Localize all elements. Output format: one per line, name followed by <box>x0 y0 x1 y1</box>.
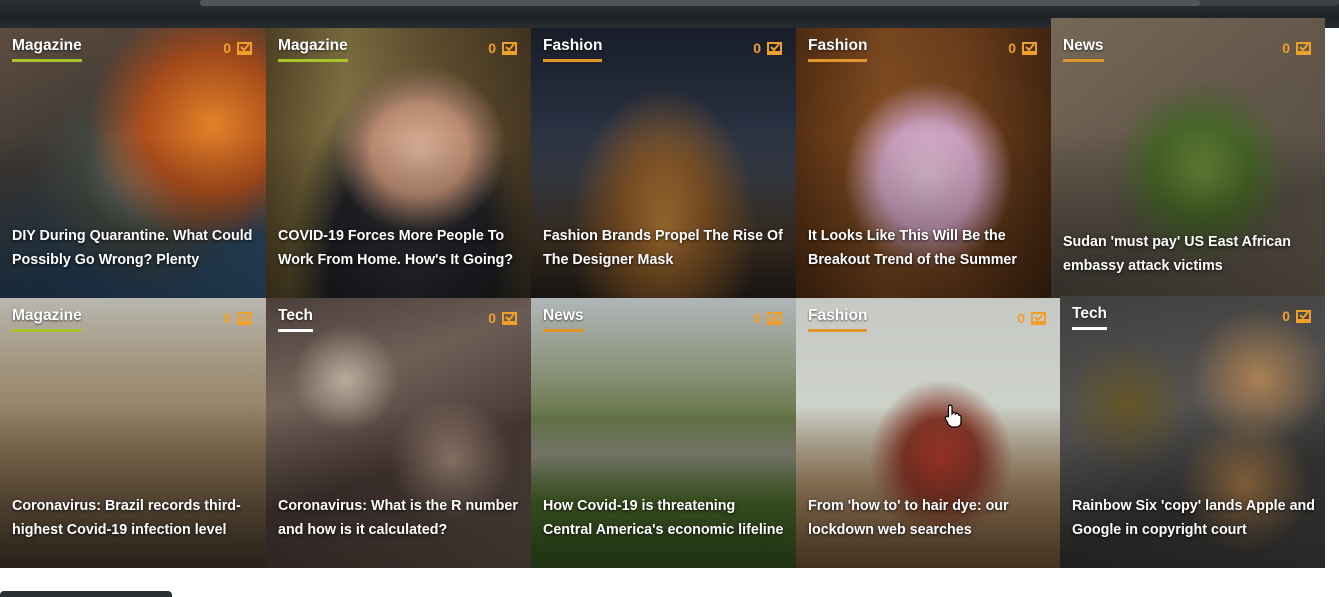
news-card[interactable]: Magazine 0 DIY During Quarantine. What C… <box>0 28 266 298</box>
article-title[interactable]: Rainbow Six 'copy' lands Apple and Googl… <box>1072 494 1315 542</box>
news-card[interactable]: Fashion 0 From 'how to' to hair dye: our… <box>796 298 1060 568</box>
article-title[interactable]: Coronavirus: What is the R number and ho… <box>278 494 521 542</box>
comment-count[interactable]: 0 <box>223 310 252 326</box>
category-label[interactable]: News <box>543 307 584 332</box>
comment-box-icon <box>237 41 252 55</box>
comment-box-icon <box>767 311 782 325</box>
comment-box-icon <box>1296 41 1311 55</box>
comment-count[interactable]: 0 <box>1282 40 1311 56</box>
article-title[interactable]: How Covid-19 is threatening Central Amer… <box>543 494 786 542</box>
news-card[interactable]: Magazine 0 Coronavirus: Brazil records t… <box>0 298 266 568</box>
category-label[interactable]: Magazine <box>12 307 82 332</box>
comment-count[interactable]: 0 <box>753 310 782 326</box>
article-title[interactable]: Sudan 'must pay' US East African embassy… <box>1063 230 1315 278</box>
news-card[interactable]: Tech 0 Coronavirus: What is the R number… <box>266 298 531 568</box>
comment-count[interactable]: 0 <box>223 40 252 56</box>
comment-count[interactable]: 0 <box>1017 310 1046 326</box>
news-card[interactable]: Magazine 0 COVID-19 Forces More People T… <box>266 28 531 298</box>
category-label[interactable]: Fashion <box>543 37 603 62</box>
comment-box-icon <box>502 311 517 325</box>
comment-box-icon <box>1022 41 1037 55</box>
comment-box-icon <box>502 41 517 55</box>
bottom-scrollbar[interactable] <box>0 591 172 597</box>
news-card[interactable]: Tech 0 Rainbow Six 'copy' lands Apple an… <box>1060 296 1325 568</box>
category-label[interactable]: Fashion <box>808 37 868 62</box>
comment-count[interactable]: 0 <box>488 310 517 326</box>
category-label[interactable]: Tech <box>1072 305 1108 330</box>
article-title[interactable]: Coronavirus: Brazil records third-highes… <box>12 494 256 542</box>
news-card[interactable]: News 0 Sudan 'must pay' US East African … <box>1051 18 1325 298</box>
comment-count[interactable]: 0 <box>753 40 782 56</box>
comment-box-icon <box>1031 311 1046 325</box>
article-title[interactable]: COVID-19 Forces More People To Work From… <box>278 224 521 272</box>
category-label[interactable]: News <box>1063 37 1104 62</box>
article-title[interactable]: It Looks Like This Will Be the Breakout … <box>808 224 1041 272</box>
article-title[interactable]: Fashion Brands Propel The Rise Of The De… <box>543 224 786 272</box>
comment-count[interactable]: 0 <box>1008 40 1037 56</box>
comment-box-icon <box>237 311 252 325</box>
article-title[interactable]: DIY During Quarantine. What Could Possib… <box>12 224 256 272</box>
comment-count[interactable]: 0 <box>1282 308 1311 324</box>
category-label[interactable]: Fashion <box>808 307 868 332</box>
comment-box-icon <box>1296 309 1311 323</box>
article-title[interactable]: From 'how to' to hair dye: our lockdown … <box>808 494 1050 542</box>
category-label[interactable]: Magazine <box>12 37 82 62</box>
comment-count[interactable]: 0 <box>488 40 517 56</box>
page-margin <box>1325 28 1339 568</box>
horizontal-scrollbar[interactable] <box>200 0 1339 6</box>
category-label[interactable]: Tech <box>278 307 314 332</box>
news-card[interactable]: Fashion 0 It Looks Like This Will Be the… <box>796 28 1051 298</box>
comment-box-icon <box>767 41 782 55</box>
category-label[interactable]: Magazine <box>278 37 348 62</box>
news-grid: Magazine 0 DIY During Quarantine. What C… <box>0 18 1325 568</box>
news-card[interactable]: Fashion 0 Fashion Brands Propel The Rise… <box>531 28 796 298</box>
news-card[interactable]: News 0 How Covid-19 is threatening Centr… <box>531 298 796 568</box>
scrollbar-thumb[interactable] <box>200 0 1200 6</box>
hand-pointer-icon <box>944 404 962 428</box>
